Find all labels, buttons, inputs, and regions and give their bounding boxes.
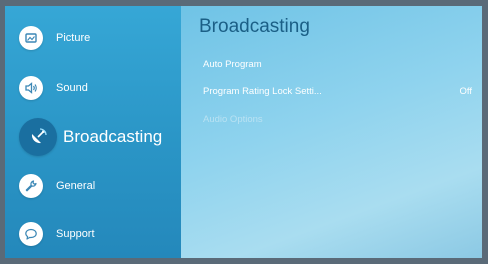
settings-sidebar: Picture Sound Broadcasting General Suppo — [5, 6, 181, 258]
menu-item-label: Program Rating Lock Setti... — [203, 86, 322, 97]
menu-item-program-rating-lock[interactable]: Program Rating Lock Setti... Off — [203, 86, 472, 97]
sidebar-item-broadcasting[interactable]: Broadcasting — [19, 118, 162, 156]
chat-bubble-icon — [19, 222, 43, 246]
sidebar-item-label: Support — [56, 228, 95, 240]
sidebar-item-support[interactable]: Support — [19, 222, 95, 246]
sidebar-item-label: General — [56, 180, 96, 192]
menu-item-label: Audio Options — [203, 114, 263, 125]
sidebar-item-label: Picture — [56, 32, 91, 44]
page-title: Broadcasting — [199, 16, 310, 37]
sidebar-item-picture[interactable]: Picture — [19, 26, 90, 50]
tv-screen: Picture Sound Broadcasting General Suppo — [5, 6, 482, 258]
satellite-dish-icon — [19, 118, 57, 156]
speaker-icon — [19, 76, 43, 100]
sidebar-item-general[interactable]: General — [19, 174, 95, 198]
menu-item-auto-program[interactable]: Auto Program — [203, 59, 472, 70]
wrench-icon — [19, 174, 43, 198]
menu-item-value: Off — [459, 86, 473, 97]
broadcasting-panel: Broadcasting Auto Program Program Rating… — [181, 6, 482, 258]
menu-item-label: Auto Program — [203, 59, 262, 70]
sidebar-item-label: Sound — [56, 82, 88, 94]
sidebar-item-sound[interactable]: Sound — [19, 76, 88, 100]
picture-icon — [19, 26, 43, 50]
sidebar-item-label: Broadcasting — [63, 127, 163, 146]
menu-item-audio-options: Audio Options — [203, 114, 472, 125]
